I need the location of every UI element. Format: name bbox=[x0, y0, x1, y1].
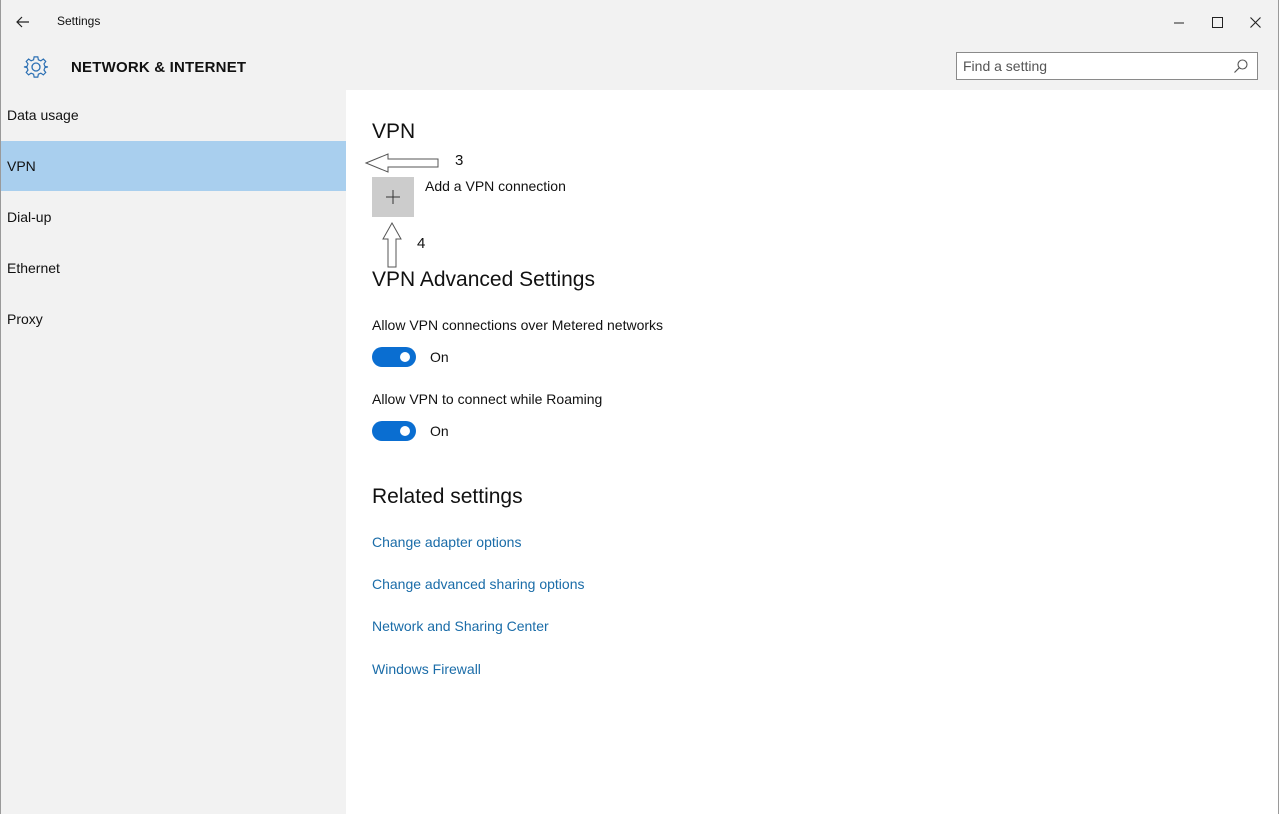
arrow-left-icon bbox=[16, 16, 29, 28]
close-icon bbox=[1249, 16, 1261, 28]
sidebar-item-data-usage[interactable]: Data usage bbox=[1, 90, 346, 140]
arrow-annotation-up-icon bbox=[382, 221, 402, 268]
vpn-heading: VPN bbox=[372, 120, 416, 143]
close-button[interactable] bbox=[1235, 8, 1275, 36]
minimize-icon bbox=[1173, 22, 1184, 23]
sidebar-item-label: Ethernet bbox=[7, 260, 60, 276]
annotation-number: 4 bbox=[417, 235, 426, 252]
related-settings-heading: Related settings bbox=[372, 485, 523, 508]
search-box[interactable] bbox=[956, 52, 1258, 80]
link-windows-firewall[interactable]: Windows Firewall bbox=[372, 661, 481, 677]
toggle-knob bbox=[400, 426, 410, 436]
sidebar-item-ethernet[interactable]: Ethernet bbox=[1, 243, 346, 293]
link-network-sharing-center[interactable]: Network and Sharing Center bbox=[372, 618, 549, 634]
metered-toggle[interactable] bbox=[372, 347, 416, 367]
advanced-settings-heading: VPN Advanced Settings bbox=[372, 268, 595, 291]
roaming-setting-label: Allow VPN to connect while Roaming bbox=[372, 391, 603, 407]
sidebar-item-dial-up[interactable]: Dial-up bbox=[1, 192, 346, 242]
minimize-button[interactable] bbox=[1159, 8, 1199, 36]
add-vpn-button[interactable] bbox=[372, 177, 414, 217]
content-pane: VPN 3 Add a VPN connection 4 VPN Advance… bbox=[346, 90, 1278, 814]
sidebar-item-label: Proxy bbox=[7, 311, 43, 327]
metered-toggle-state: On bbox=[430, 349, 449, 365]
sidebar-item-label: Data usage bbox=[7, 107, 79, 123]
metered-setting-label: Allow VPN connections over Metered netwo… bbox=[372, 317, 664, 333]
arrow-annotation-left-icon bbox=[364, 153, 439, 173]
toggle-knob bbox=[400, 352, 410, 362]
search-input[interactable] bbox=[957, 57, 1225, 75]
maximize-icon bbox=[1211, 16, 1223, 28]
sidebar-item-proxy[interactable]: Proxy bbox=[1, 294, 346, 344]
sidebar-item-label: VPN bbox=[7, 158, 36, 174]
page-title: NETWORK & INTERNET bbox=[71, 59, 247, 76]
annotation-number: 3 bbox=[455, 152, 464, 169]
gear-icon bbox=[23, 56, 49, 78]
sidebar-item-vpn[interactable]: VPN bbox=[1, 141, 346, 191]
search-icon[interactable] bbox=[1233, 58, 1249, 74]
sidebar: Data usage VPN Dial-up Ethernet Proxy bbox=[1, 90, 346, 814]
sidebar-item-label: Dial-up bbox=[7, 209, 52, 225]
plus-icon bbox=[386, 190, 400, 204]
settings-window: Settings NETWORK & INTERNET Find a setti… bbox=[0, 0, 1279, 814]
link-change-advanced-sharing[interactable]: Change advanced sharing options bbox=[372, 576, 585, 592]
title-bar: Settings bbox=[1, 0, 1278, 44]
maximize-button[interactable] bbox=[1197, 8, 1237, 36]
link-change-adapter-options[interactable]: Change adapter options bbox=[372, 534, 521, 550]
app-title: Settings bbox=[57, 14, 101, 28]
add-vpn-label[interactable]: Add a VPN connection bbox=[425, 178, 566, 194]
page-header: NETWORK & INTERNET bbox=[1, 44, 1278, 90]
roaming-toggle-state: On bbox=[430, 423, 449, 439]
back-button[interactable] bbox=[9, 9, 37, 35]
roaming-toggle[interactable] bbox=[372, 421, 416, 441]
